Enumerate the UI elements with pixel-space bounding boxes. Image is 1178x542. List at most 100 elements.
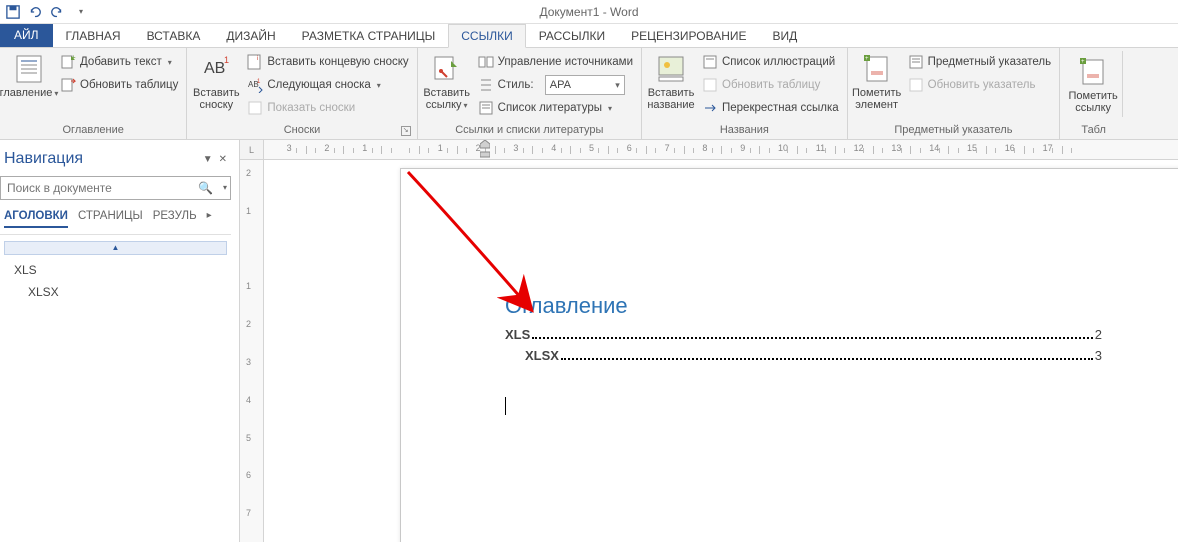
mark-citation-label: Пометить ссылку	[1069, 90, 1118, 114]
nav-title: Навигация	[4, 150, 83, 168]
insert-caption-label: Вставить название	[647, 87, 694, 111]
svg-text:i: i	[257, 56, 258, 62]
tab-review[interactable]: РЕЦЕНЗИРОВАНИЕ	[618, 23, 759, 47]
save-icon[interactable]	[4, 3, 22, 21]
group-toa: + Пометить ссылку Табл	[1060, 48, 1127, 139]
search-icon[interactable]: 🔍	[198, 181, 213, 195]
insert-endnote-label: Вставить концевую сноску	[267, 56, 408, 68]
insert-citation-button[interactable]: Вставить ссылку▾	[422, 51, 472, 122]
update-figures-label: Обновить таблицу	[722, 79, 820, 91]
quick-access-toolbar: ▾	[0, 3, 90, 21]
group-toc: главление▾ +Добавить текст▾ Обновить таб…	[0, 48, 187, 139]
text-cursor	[505, 397, 506, 415]
group-captions: Вставить название Список иллюстраций Обн…	[642, 48, 848, 139]
svg-text:+: +	[1081, 59, 1085, 65]
update-index-button: Обновить указатель	[904, 74, 1056, 96]
toc-button-label: главление	[0, 87, 52, 99]
tab-mailings[interactable]: РАССЫЛКИ	[526, 23, 618, 47]
table-of-figures-button[interactable]: Список иллюстраций	[698, 51, 843, 73]
show-notes-label: Показать сноски	[267, 102, 355, 114]
nav-close-icon[interactable]: ✕	[219, 154, 227, 165]
add-text-button[interactable]: +Добавить текст▾	[56, 51, 182, 73]
toc-entry-page: 2	[1095, 327, 1102, 342]
manage-sources-button[interactable]: Управление источниками	[474, 51, 637, 73]
search-dropdown-icon[interactable]: ▾	[223, 183, 227, 192]
nav-item[interactable]: XLSX	[0, 281, 231, 303]
undo-icon[interactable]	[26, 3, 44, 21]
tab-references[interactable]: ССЫЛКИ	[448, 24, 525, 48]
toc-leader	[561, 358, 1093, 360]
mark-citation-button[interactable]: + Пометить ссылку	[1068, 54, 1118, 116]
group-footnotes-label: Сноски	[284, 124, 321, 136]
toc-leader	[532, 337, 1092, 339]
ribbon-tabs: АЙЛ ГЛАВНАЯ ВСТАВКА ДИЗАЙН РАЗМЕТКА СТРА…	[0, 24, 1178, 48]
toc-row[interactable]: XLS 2	[505, 327, 1102, 342]
ruler-vertical[interactable]: 211234567	[240, 160, 264, 542]
next-footnote-label: Следующая сноска	[267, 79, 370, 91]
tab-file[interactable]: АЙЛ	[0, 23, 53, 47]
ruler-horizontal[interactable]: 3211234567891011121314151617	[264, 140, 1178, 160]
insert-endnote-button[interactable]: i Вставить концевую сноску	[243, 51, 412, 73]
footnotes-dialog-launcher[interactable]: ↘	[401, 126, 411, 136]
cross-reference-label: Перекрестная ссылка	[722, 102, 839, 114]
toc-entry-label: XLSX	[525, 348, 559, 363]
toc-row[interactable]: XLSX 3	[505, 348, 1102, 363]
toc-button[interactable]: главление▾	[4, 51, 54, 122]
tab-view[interactable]: ВИД	[760, 23, 811, 47]
nav-dropdown-icon[interactable]: ▼	[203, 154, 213, 165]
show-notes-button: Показать сноски	[243, 97, 412, 119]
nav-scroll-up[interactable]: ▲	[4, 241, 227, 255]
svg-text:1: 1	[257, 79, 261, 85]
style-value: APA	[550, 79, 571, 91]
nav-tab-results[interactable]: РЕЗУЛЬ	[153, 210, 197, 228]
page[interactable]: Оглавление XLS 2 XLSX 3	[400, 168, 1178, 542]
search-input[interactable]	[0, 176, 231, 200]
insert-citation-label: Вставить ссылку	[423, 87, 470, 111]
manage-sources-label: Управление источниками	[498, 56, 633, 68]
nav-search: 🔍 ▾	[0, 176, 231, 200]
group-index: + Пометить элемент Предметный указатель …	[848, 48, 1061, 139]
next-footnote-button[interactable]: AB1Следующая сноска▾	[243, 74, 412, 96]
ruler-corner: L	[240, 140, 264, 160]
citation-style-row: Стиль: APA	[474, 74, 637, 96]
tab-design[interactable]: ДИЗАЙН	[213, 23, 288, 47]
redo-icon[interactable]	[48, 3, 66, 21]
svg-text:+: +	[865, 56, 869, 62]
update-toc-label: Обновить таблицу	[80, 79, 178, 91]
table-of-figures-label: Список иллюстраций	[722, 56, 835, 68]
mark-entry-button[interactable]: + Пометить элемент	[852, 51, 902, 122]
title-bar: ▾ Документ1 - Word	[0, 0, 1178, 24]
qat-dropdown-icon[interactable]: ▾	[72, 3, 90, 21]
group-footnotes: AB1 Вставить сноску iВставить концевую с…	[187, 48, 417, 139]
svg-text:1: 1	[224, 55, 229, 65]
group-citations: Вставить ссылку▾ Управление источниками …	[418, 48, 642, 139]
toc-title: Оглавление	[505, 293, 1102, 319]
tab-insert[interactable]: ВСТАВКА	[134, 23, 214, 47]
insert-footnote-label: Вставить сноску	[193, 87, 240, 111]
group-citations-label: Ссылки и списки литературы	[422, 122, 637, 138]
document-area: L 3211234567891011121314151617 211234567…	[240, 140, 1178, 542]
svg-text:AB: AB	[204, 60, 225, 77]
insert-index-label: Предметный указатель	[928, 56, 1052, 68]
mark-entry-label: Пометить элемент	[852, 87, 901, 111]
nav-tabs: АГОЛОВКИ СТРАНИЦЫ РЕЗУЛЬ ▸	[0, 208, 231, 235]
add-text-label: Добавить текст	[80, 56, 162, 68]
insert-index-button[interactable]: Предметный указатель	[904, 51, 1056, 73]
cross-reference-button[interactable]: Перекрестная ссылка	[698, 97, 843, 119]
bibliography-label: Список литературы	[498, 102, 602, 114]
nav-tab-overflow-icon[interactable]: ▸	[207, 210, 212, 228]
nav-tab-headings[interactable]: АГОЛОВКИ	[4, 210, 68, 228]
update-index-label: Обновить указатель	[928, 79, 1036, 91]
bibliography-button[interactable]: Список литературы▾	[474, 97, 637, 119]
tab-layout[interactable]: РАЗМЕТКА СТРАНИЦЫ	[289, 23, 449, 47]
group-captions-label: Названия	[646, 122, 843, 138]
update-toc-button[interactable]: Обновить таблицу	[56, 74, 182, 96]
insert-footnote-button[interactable]: AB1 Вставить сноску	[191, 51, 241, 122]
insert-caption-button[interactable]: Вставить название	[646, 51, 696, 122]
nav-item[interactable]: XLS	[0, 259, 231, 281]
style-select[interactable]: APA	[545, 75, 625, 95]
nav-tab-pages[interactable]: СТРАНИЦЫ	[78, 210, 143, 228]
group-toc-label: Оглавление	[4, 122, 182, 138]
ribbon: главление▾ +Добавить текст▾ Обновить таб…	[0, 48, 1178, 140]
tab-home[interactable]: ГЛАВНАЯ	[53, 23, 134, 47]
